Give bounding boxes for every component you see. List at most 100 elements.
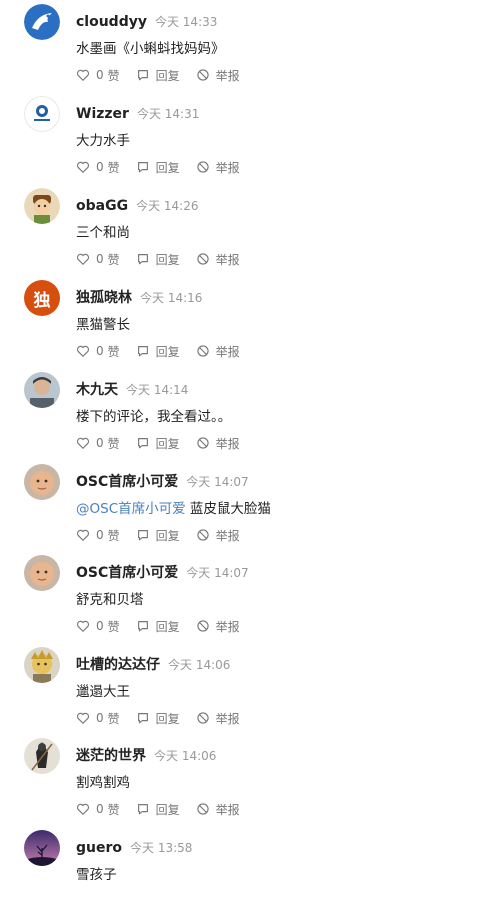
comment-item: OSC首席小可爱 今天 14:07 舒克和贝塔 0赞 回复 举报 xyxy=(0,551,504,643)
like-count: 0 xyxy=(96,160,104,174)
heart-icon xyxy=(76,529,90,542)
like-button[interactable]: 0赞 xyxy=(76,710,120,727)
username[interactable]: 吐槽的达达仔 xyxy=(76,657,160,673)
reply-label: 回复 xyxy=(155,252,180,267)
username[interactable]: clouddyy xyxy=(76,14,147,30)
speech-bubble-icon xyxy=(137,530,148,541)
like-button[interactable]: 0赞 xyxy=(76,435,120,452)
speech-bubble-icon xyxy=(137,70,148,81)
reply-button[interactable]: 回复 xyxy=(136,67,180,84)
comment-actions: 0赞 回复 举报 xyxy=(76,249,256,269)
comment-text: 三个和尚 xyxy=(76,225,130,241)
report-button[interactable]: 举报 xyxy=(196,159,240,176)
reply-label: 回复 xyxy=(155,802,180,817)
like-button[interactable]: 0赞 xyxy=(76,251,120,268)
timestamp: 今天 14:07 xyxy=(186,566,249,580)
like-label: 赞 xyxy=(107,711,120,726)
report-button[interactable]: 举报 xyxy=(196,527,240,544)
comment-text: @OSC首席小可爱 蓝皮鼠大脸猫 xyxy=(76,499,271,519)
reply-button[interactable]: 回复 xyxy=(136,435,180,452)
comment-text: 水墨画《小蝌蚪找妈妈》 xyxy=(76,41,225,57)
timestamp: 今天 13:58 xyxy=(130,841,193,855)
speech-bubble-icon xyxy=(137,346,148,357)
comment-actions: 0赞 回复 举报 xyxy=(76,799,256,819)
report-button[interactable]: 举报 xyxy=(196,435,240,452)
heart-icon xyxy=(76,803,90,816)
report-button[interactable]: 举报 xyxy=(196,618,240,635)
avatar[interactable] xyxy=(24,188,60,224)
avatar[interactable] xyxy=(24,96,60,132)
like-count: 0 xyxy=(96,528,104,542)
like-button[interactable]: 0赞 xyxy=(76,159,120,176)
avatar[interactable]: 独 xyxy=(24,280,60,316)
like-button[interactable]: 0赞 xyxy=(76,67,120,84)
comment-item: guero 今天 13:58 雪孩子 xyxy=(0,826,504,918)
comment-text: 割鸡割鸡 xyxy=(76,775,130,791)
comment-item: 吐槽的达达仔 今天 14:06 邋遢大王 0赞 回复 举报 xyxy=(0,643,504,735)
like-button[interactable]: 0赞 xyxy=(76,527,120,544)
heart-icon xyxy=(76,620,90,633)
heart-icon xyxy=(76,712,90,725)
reply-button[interactable]: 回复 xyxy=(136,251,180,268)
reply-label: 回复 xyxy=(155,436,180,451)
username[interactable]: OSC首席小可爱 xyxy=(76,474,178,490)
heart-icon xyxy=(76,345,90,358)
report-label: 举报 xyxy=(215,160,240,175)
avatar[interactable] xyxy=(24,555,60,591)
username[interactable]: obaGG xyxy=(76,198,128,214)
like-label: 赞 xyxy=(107,252,120,267)
report-button[interactable]: 举报 xyxy=(196,67,240,84)
reply-label: 回复 xyxy=(155,711,180,726)
avatar[interactable] xyxy=(24,4,60,40)
like-button[interactable]: 0赞 xyxy=(76,801,120,818)
like-count: 0 xyxy=(96,252,104,266)
reply-button[interactable]: 回复 xyxy=(136,618,180,635)
report-button[interactable]: 举报 xyxy=(196,343,240,360)
reply-label: 回复 xyxy=(155,619,180,634)
avatar[interactable] xyxy=(24,647,60,683)
timestamp: 今天 14:06 xyxy=(154,749,217,763)
avatar[interactable] xyxy=(24,464,60,500)
username[interactable]: guero xyxy=(76,840,122,856)
username[interactable]: Wizzer xyxy=(76,106,129,122)
reply-button[interactable]: 回复 xyxy=(136,801,180,818)
comment-item: OSC首席小可爱 今天 14:07 @OSC首席小可爱 蓝皮鼠大脸猫 0赞 回复 … xyxy=(0,460,504,552)
report-label: 举报 xyxy=(215,619,240,634)
comment-item: obaGG 今天 14:26 三个和尚 0赞 回复 举报 xyxy=(0,184,504,276)
report-label: 举报 xyxy=(215,68,240,83)
reply-label: 回复 xyxy=(155,68,180,83)
block-icon xyxy=(197,712,209,724)
heart-icon xyxy=(76,253,90,266)
username[interactable]: 迷茫的世界 xyxy=(76,748,146,764)
reply-button[interactable]: 回复 xyxy=(136,159,180,176)
avatar[interactable] xyxy=(24,738,60,774)
portrait-icon xyxy=(24,372,60,408)
report-button[interactable]: 举报 xyxy=(196,251,240,268)
comment-actions: 0赞 回复 举报 xyxy=(76,708,256,728)
comment-item: 迷茫的世界 今天 14:06 割鸡割鸡 0赞 回复 举报 xyxy=(0,734,504,826)
report-button[interactable]: 举报 xyxy=(196,801,240,818)
avatar[interactable] xyxy=(24,372,60,408)
like-button[interactable]: 0赞 xyxy=(76,618,120,635)
timestamp: 今天 14:14 xyxy=(126,383,189,397)
reply-button[interactable]: 回复 xyxy=(136,527,180,544)
like-count: 0 xyxy=(96,344,104,358)
avatar[interactable] xyxy=(24,830,60,866)
username[interactable]: OSC首席小可爱 xyxy=(76,565,178,581)
timestamp: 今天 14:07 xyxy=(186,475,249,489)
report-button[interactable]: 举报 xyxy=(196,710,240,727)
baby-photo-icon xyxy=(24,464,60,500)
block-icon xyxy=(197,161,209,173)
like-count: 0 xyxy=(96,711,104,725)
username[interactable]: 木九天 xyxy=(76,382,118,398)
comment-actions: 0赞 回复 举报 xyxy=(76,433,256,453)
timestamp: 今天 14:33 xyxy=(154,15,218,29)
reply-button[interactable]: 回复 xyxy=(136,343,180,360)
username[interactable]: 独孤晓林 xyxy=(76,290,132,306)
user-mention-link[interactable]: @OSC首席小可爱 xyxy=(76,501,186,517)
report-label: 举报 xyxy=(215,344,240,359)
report-label: 举报 xyxy=(215,802,240,817)
like-button[interactable]: 0赞 xyxy=(76,343,120,360)
comment-text: 雪孩子 xyxy=(76,867,117,883)
reply-button[interactable]: 回复 xyxy=(136,710,180,727)
